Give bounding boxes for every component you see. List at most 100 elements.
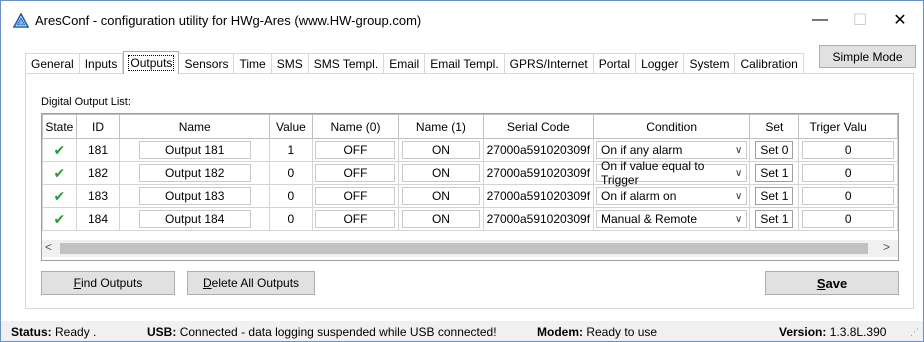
trigger-value-field[interactable]: 0 bbox=[802, 210, 895, 228]
name1-field[interactable]: ON bbox=[401, 210, 480, 228]
table-row[interactable]: ✔ 182 Output 182 0 OFF ON 27000a59102030… bbox=[42, 159, 898, 187]
close-button[interactable]: ✕ bbox=[877, 5, 923, 35]
tab-sms-templ[interactable]: SMS Templ. bbox=[308, 53, 385, 73]
id-cell: 183 bbox=[75, 184, 121, 208]
column-header-condition[interactable]: Condition bbox=[593, 114, 751, 139]
name0-field[interactable]: OFF bbox=[315, 187, 396, 205]
column-header-name-0[interactable]: Name (0) bbox=[311, 114, 400, 139]
chevron-down-icon: ∨ bbox=[734, 167, 743, 179]
tab-sms[interactable]: SMS bbox=[271, 53, 309, 73]
state-cell: ✔ bbox=[42, 138, 77, 162]
name-field[interactable]: Output 181 bbox=[138, 141, 251, 159]
resize-grip-icon[interactable]: ⋰ bbox=[910, 327, 919, 338]
tab-logger[interactable]: Logger bbox=[636, 53, 685, 73]
delete-all-outputs-button[interactable]: Delete All Outputs bbox=[187, 271, 315, 295]
scroll-right-icon[interactable]: > bbox=[883, 240, 890, 254]
tab-sensors[interactable]: Sensors bbox=[179, 53, 235, 73]
window-title: AresConf - configuration utility for HWg… bbox=[35, 13, 422, 28]
name-field[interactable]: Output 182 bbox=[138, 164, 251, 182]
tab-gprs-internet[interactable]: GPRS/Internet bbox=[504, 53, 594, 73]
tab-system[interactable]: System bbox=[684, 53, 736, 73]
status-bar: Status: Ready . USB: Connected - data lo… bbox=[1, 321, 923, 341]
state-cell: ✔ bbox=[42, 161, 77, 185]
condition-value: On if alarm on bbox=[601, 189, 677, 203]
tab-portal[interactable]: Portal bbox=[593, 53, 637, 73]
output-grid[interactable]: State ID Name Value Name (0) Name (1) Se… bbox=[41, 113, 899, 261]
name0-field[interactable]: OFF bbox=[315, 141, 396, 159]
name1-field[interactable]: ON bbox=[401, 141, 480, 159]
name-field[interactable]: Output 183 bbox=[138, 187, 251, 205]
digital-output-list-label: Digital Output List: bbox=[41, 96, 131, 108]
set-button[interactable]: Set 1 bbox=[755, 164, 794, 182]
id-cell: 182 bbox=[75, 161, 121, 185]
column-header-trigger-value[interactable]: Triger Valu bbox=[798, 114, 898, 139]
table-header-row: State ID Name Value Name (0) Name (1) Se… bbox=[42, 114, 898, 139]
tab-strip: General Inputs Outputs Sensors Time SMS … bbox=[25, 51, 804, 74]
value-cell: 0 bbox=[269, 207, 313, 231]
app-window: AresConf - configuration utility for HWg… bbox=[0, 0, 924, 342]
tab-email[interactable]: Email bbox=[384, 53, 426, 73]
scrollbar-thumb[interactable] bbox=[60, 243, 868, 254]
scroll-left-icon[interactable]: < bbox=[45, 240, 52, 254]
serial-cell: 27000a591020309f bbox=[482, 184, 595, 208]
value-cell: 0 bbox=[269, 184, 313, 208]
condition-select[interactable]: On if any alarm ∨ bbox=[596, 141, 748, 159]
state-cell: ✔ bbox=[42, 207, 77, 231]
trigger-value-field[interactable]: 0 bbox=[802, 187, 895, 205]
chevron-down-icon: ∨ bbox=[734, 190, 743, 202]
check-icon: ✔ bbox=[53, 210, 66, 227]
check-icon: ✔ bbox=[53, 164, 66, 181]
tab-outputs[interactable]: Outputs bbox=[123, 51, 180, 74]
table-row[interactable]: ✔ 181 Output 181 1 OFF ON 27000a59102030… bbox=[42, 138, 898, 162]
condition-value: On if value equal to Trigger bbox=[601, 159, 705, 187]
tab-time[interactable]: Time bbox=[234, 53, 272, 73]
title-bar[interactable]: AresConf - configuration utility for HWg… bbox=[1, 1, 923, 39]
save-button[interactable]: Save bbox=[765, 271, 899, 295]
tab-general[interactable]: General bbox=[25, 53, 80, 73]
set-button[interactable]: Set 1 bbox=[755, 187, 794, 205]
set-button[interactable]: Set 1 bbox=[755, 210, 794, 228]
value-cell: 0 bbox=[269, 161, 313, 185]
id-cell: 184 bbox=[75, 207, 121, 231]
condition-select[interactable]: Manual & Remote ∨ bbox=[596, 210, 748, 228]
serial-cell: 27000a591020309f bbox=[482, 207, 595, 231]
triangle-logo-icon bbox=[13, 13, 29, 28]
state-cell: ✔ bbox=[42, 184, 77, 208]
tab-calibration[interactable]: Calibration bbox=[735, 53, 804, 73]
column-header-serial-code[interactable]: Serial Code bbox=[482, 114, 595, 139]
trigger-value-field[interactable]: 0 bbox=[802, 164, 895, 182]
column-header-set[interactable]: Set bbox=[749, 114, 800, 139]
check-icon: ✔ bbox=[53, 141, 66, 158]
table-row[interactable]: ✔ 183 Output 183 0 OFF ON 27000a59102030… bbox=[42, 184, 898, 208]
name-field[interactable]: Output 184 bbox=[138, 210, 251, 228]
usb-section: USB: Connected - data logging suspended … bbox=[147, 325, 497, 339]
find-outputs-button[interactable]: Find Outputs bbox=[41, 271, 175, 295]
column-header-name-1[interactable]: Name (1) bbox=[398, 114, 484, 139]
column-header-id[interactable]: ID bbox=[75, 114, 121, 139]
condition-select[interactable]: On if value equal to Trigger ∨ bbox=[596, 159, 748, 187]
table-row[interactable]: ✔ 184 Output 184 0 OFF ON 27000a59102030… bbox=[42, 207, 898, 231]
condition-value: On if any alarm bbox=[601, 143, 683, 157]
value-cell: 1 bbox=[269, 138, 313, 162]
column-header-name[interactable]: Name bbox=[119, 114, 271, 139]
name1-field[interactable]: ON bbox=[401, 187, 480, 205]
simple-mode-button[interactable]: Simple Mode bbox=[819, 45, 916, 68]
set-button[interactable]: Set 0 bbox=[755, 141, 794, 159]
serial-cell: 27000a591020309f bbox=[482, 138, 595, 162]
tab-email-templ[interactable]: Email Templ. bbox=[425, 53, 505, 73]
tab-inputs[interactable]: Inputs bbox=[79, 53, 124, 73]
modem-section: Modem: Ready to use bbox=[537, 325, 658, 339]
chevron-down-icon: ∨ bbox=[734, 213, 743, 225]
column-header-state[interactable]: State bbox=[42, 114, 77, 139]
name1-field[interactable]: ON bbox=[401, 164, 480, 182]
version-section: Version: 1.3.8L.390 bbox=[779, 325, 887, 339]
chevron-down-icon: ∨ bbox=[734, 144, 743, 156]
name0-field[interactable]: OFF bbox=[315, 210, 396, 228]
id-cell: 181 bbox=[75, 138, 121, 162]
horizontal-scrollbar[interactable]: < > bbox=[42, 240, 898, 257]
condition-select[interactable]: On if alarm on ∨ bbox=[596, 187, 748, 205]
trigger-value-field[interactable]: 0 bbox=[802, 141, 895, 159]
column-header-value[interactable]: Value bbox=[269, 114, 313, 139]
serial-cell: 27000a591020309f bbox=[482, 161, 595, 185]
name0-field[interactable]: OFF bbox=[315, 164, 396, 182]
